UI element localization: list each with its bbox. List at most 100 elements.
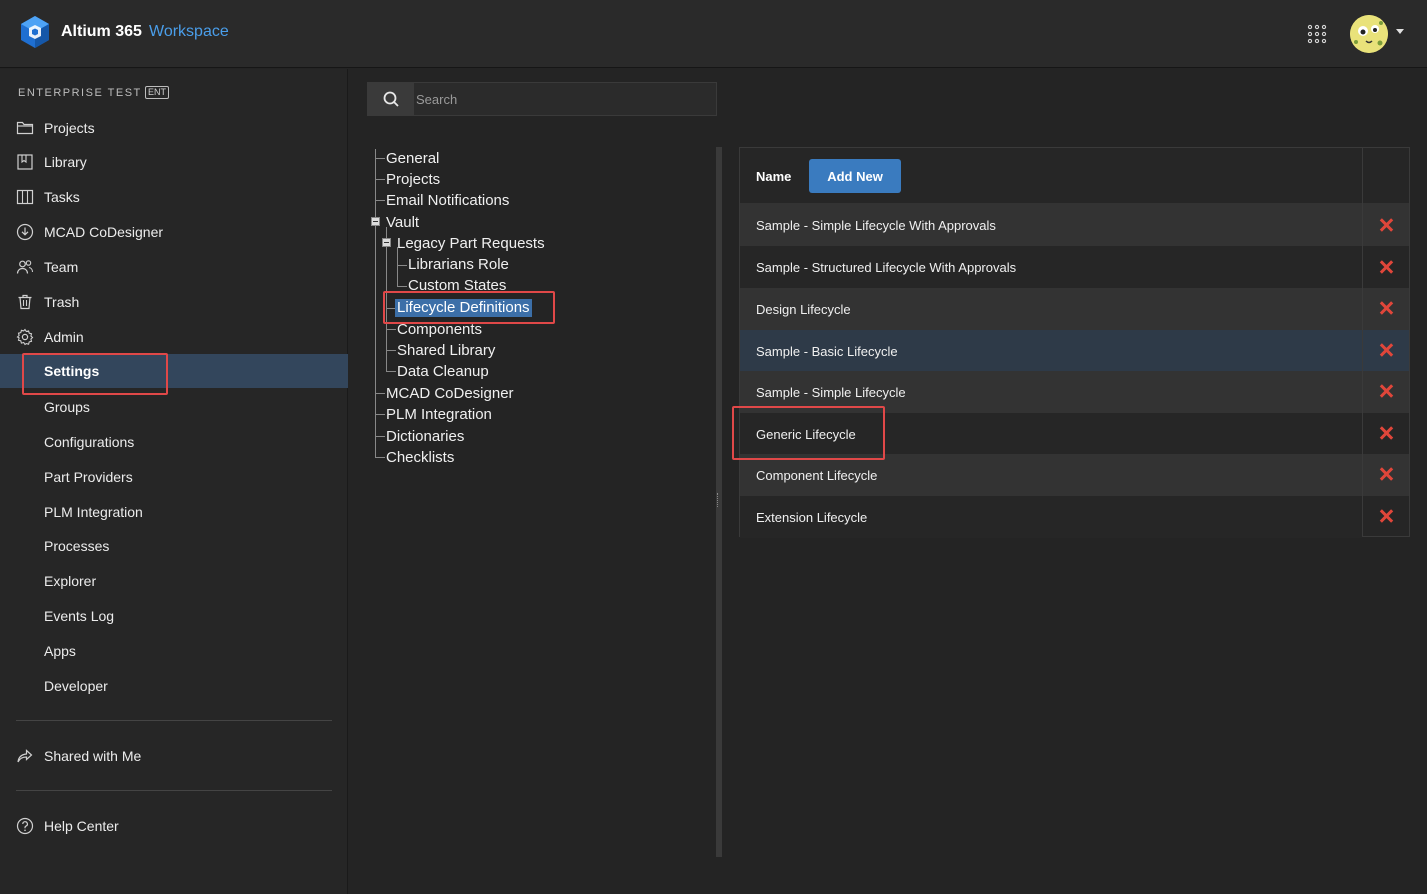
- delete-icon[interactable]: [1378, 425, 1394, 441]
- sidebar-item-configurations[interactable]: Configurations: [0, 425, 348, 459]
- tree-node-general[interactable]: General: [386, 150, 439, 168]
- avatar-image-icon: [1350, 15, 1388, 53]
- library-icon: [17, 154, 33, 170]
- tree-node-custom-states[interactable]: Custom States: [408, 277, 506, 295]
- sidebar-item-label: Explorer: [44, 573, 97, 589]
- search-input[interactable]: [416, 83, 714, 115]
- lifecycle-table: Name Add New Sample - Simple Lifecycle W…: [739, 147, 1410, 538]
- tree-node-shared-library[interactable]: Shared Library: [397, 342, 495, 360]
- sidebar: ENTERPRISE TEST ENT Projects Library Tas…: [0, 69, 348, 894]
- tree-node-legacy-part-requests[interactable]: Legacy Part Requests: [397, 235, 545, 253]
- sidebar-divider: [16, 790, 332, 791]
- row-name: Sample - Simple Lifecycle With Approvals: [756, 218, 996, 233]
- delete-icon[interactable]: [1378, 217, 1394, 233]
- app-workspace-label: Workspace: [149, 23, 229, 40]
- table-row[interactable]: Component Lifecycle: [740, 454, 1362, 496]
- tree-connector: [375, 393, 385, 394]
- sidebar-item-label: Admin: [44, 329, 84, 345]
- search-button[interactable]: [368, 83, 414, 115]
- sidebar-item-label: MCAD CoDesigner: [44, 224, 164, 240]
- tree-node-email-notifications[interactable]: Email Notifications: [386, 192, 509, 210]
- help-icon: [16, 817, 34, 835]
- sidebar-item-projects[interactable]: Projects: [0, 111, 348, 145]
- sidebar-item-team[interactable]: Team: [0, 250, 348, 284]
- sidebar-item-admin[interactable]: Admin: [0, 320, 348, 354]
- table-row[interactable]: Generic Lifecycle: [740, 413, 1362, 455]
- sidebar-item-explorer[interactable]: Explorer: [0, 564, 348, 598]
- tree-connector: [375, 436, 385, 437]
- trash-icon: [18, 294, 32, 310]
- sidebar-item-mcad-codesigner[interactable]: MCAD CoDesigner: [0, 215, 348, 249]
- team-icon: [16, 260, 34, 274]
- splitter-grip-icon[interactable]: [717, 493, 721, 507]
- tree-connector: [386, 350, 396, 351]
- sidebar-item-library[interactable]: Library: [0, 145, 348, 179]
- tree-connector: [375, 158, 385, 159]
- sidebar-item-apps[interactable]: Apps: [0, 634, 348, 668]
- row-name: Component Lifecycle: [756, 468, 878, 483]
- tree-collapse-legacy-icon[interactable]: [382, 238, 391, 247]
- tree-connector: [375, 414, 385, 415]
- panel-splitter[interactable]: [716, 147, 722, 857]
- table-row[interactable]: Extension Lifecycle: [740, 496, 1362, 538]
- sidebar-item-groups[interactable]: Groups: [0, 390, 348, 424]
- tree-node-mcad-codesigner[interactable]: MCAD CoDesigner: [386, 385, 514, 403]
- column-header-name[interactable]: Name: [756, 169, 791, 184]
- sidebar-item-trash[interactable]: Trash: [0, 285, 348, 319]
- sidebar-item-help-center[interactable]: Help Center: [0, 809, 348, 843]
- tree-node-plm-integration[interactable]: PLM Integration: [386, 406, 492, 424]
- delete-icon[interactable]: [1378, 300, 1394, 316]
- tree-node-lifecycle-definitions[interactable]: Lifecycle Definitions: [395, 299, 532, 317]
- table-row[interactable]: Design Lifecycle: [740, 288, 1362, 330]
- search-icon: [383, 91, 399, 107]
- table-row[interactable]: Sample - Structured Lifecycle With Appro…: [740, 246, 1362, 288]
- tree-connector: [397, 286, 407, 287]
- tree-node-components[interactable]: Components: [397, 321, 482, 339]
- row-name: Sample - Structured Lifecycle With Appro…: [756, 260, 1017, 275]
- sidebar-item-processes[interactable]: Processes: [0, 529, 348, 563]
- table-row[interactable]: Sample - Simple Lifecycle: [740, 371, 1362, 413]
- tree-connector: [375, 457, 385, 458]
- app-name: Altium 365: [61, 23, 142, 40]
- chevron-down-icon[interactable]: [1396, 29, 1404, 34]
- delete-icon[interactable]: [1378, 383, 1394, 399]
- table-row[interactable]: Sample - Basic Lifecycle: [740, 330, 1362, 372]
- tree-node-checklists[interactable]: Checklists: [386, 449, 454, 467]
- top-bar: Altium 365 Workspace: [0, 0, 1427, 68]
- altium-logo-icon[interactable]: [18, 15, 52, 49]
- tree-connector: [386, 329, 396, 330]
- sidebar-item-label: Tasks: [44, 189, 80, 205]
- tree-node-projects[interactable]: Projects: [386, 171, 440, 189]
- sidebar-item-events-log[interactable]: Events Log: [0, 599, 348, 633]
- delete-icon[interactable]: [1378, 259, 1394, 275]
- tree-node-librarians-role[interactable]: Librarians Role: [408, 256, 509, 274]
- sidebar-item-settings[interactable]: Settings: [0, 354, 348, 388]
- sidebar-item-tasks[interactable]: Tasks: [0, 180, 348, 214]
- org-name: ENTERPRISE TEST: [18, 87, 142, 99]
- sidebar-item-label: Processes: [44, 538, 110, 554]
- delete-icon[interactable]: [1378, 466, 1394, 482]
- tree-collapse-vault-icon[interactable]: [371, 217, 380, 226]
- table-header: Name Add New: [740, 148, 1409, 204]
- tasks-icon: [16, 189, 34, 205]
- sidebar-item-shared-with-me[interactable]: Shared with Me: [0, 739, 348, 773]
- delete-icon[interactable]: [1378, 508, 1394, 524]
- apps-grid-icon[interactable]: [1307, 24, 1327, 44]
- tree-node-data-cleanup[interactable]: Data Cleanup: [397, 363, 489, 381]
- table-row[interactable]: Sample - Simple Lifecycle With Approvals: [740, 204, 1362, 246]
- sidebar-item-label: Help Center: [44, 818, 119, 834]
- gear-icon: [16, 328, 34, 346]
- avatar[interactable]: [1350, 15, 1388, 53]
- tree-connector: [397, 265, 407, 266]
- add-new-button[interactable]: Add New: [809, 159, 901, 193]
- delete-icon[interactable]: [1378, 342, 1394, 358]
- share-icon: [17, 749, 33, 763]
- sidebar-item-plm-integration[interactable]: PLM Integration: [0, 495, 348, 529]
- row-name: Sample - Basic Lifecycle: [756, 344, 898, 359]
- download-circle-icon: [16, 223, 34, 241]
- sidebar-item-developer[interactable]: Developer: [0, 669, 348, 703]
- tree-node-dictionaries[interactable]: Dictionaries: [386, 428, 464, 446]
- tree-connector: [375, 200, 385, 201]
- sidebar-item-part-providers[interactable]: Part Providers: [0, 460, 348, 494]
- tree-node-vault[interactable]: Vault: [386, 214, 419, 232]
